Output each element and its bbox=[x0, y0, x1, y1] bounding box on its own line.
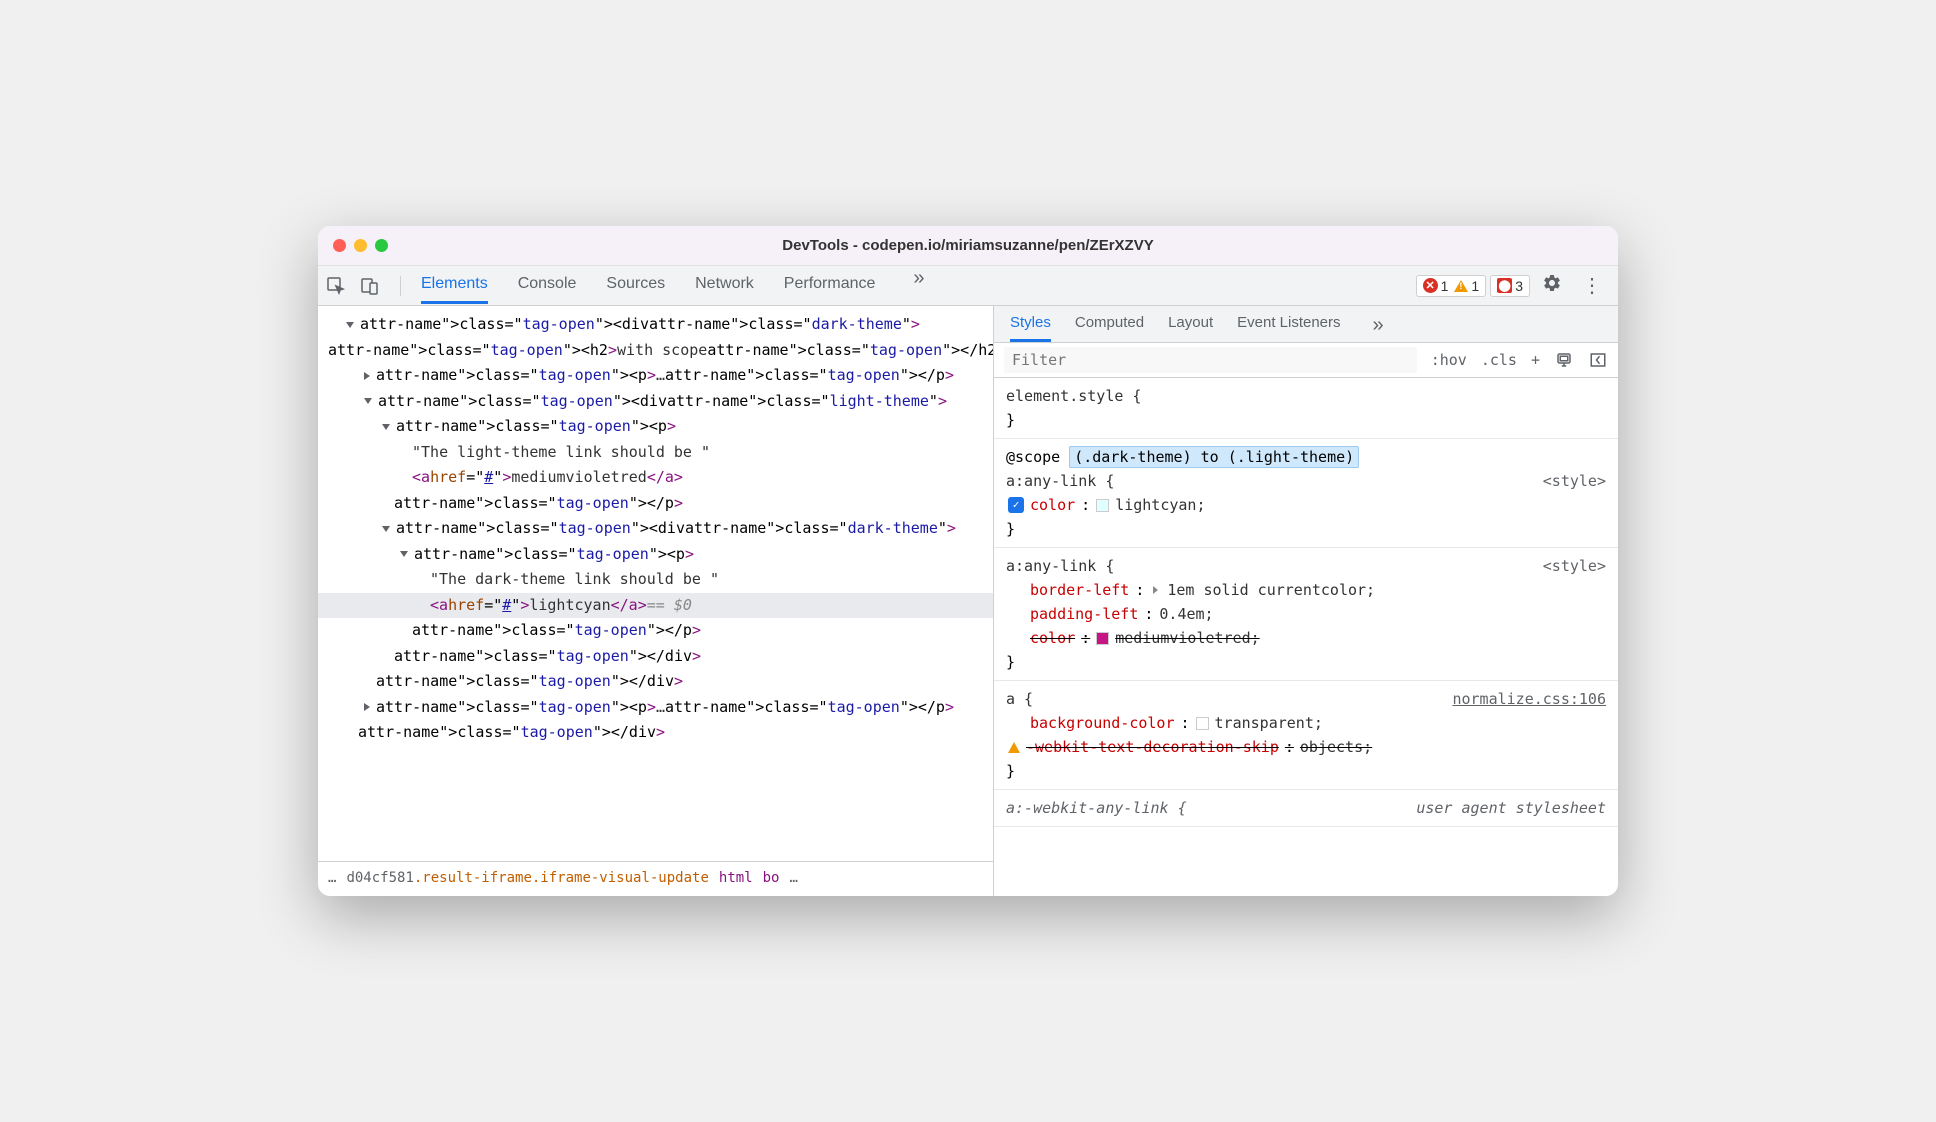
warning-count: 1 bbox=[1471, 278, 1479, 294]
tab-console[interactable]: Console bbox=[518, 267, 577, 304]
dom-node[interactable]: <a href="#">mediumvioletred</a> bbox=[318, 465, 993, 491]
subtab-computed[interactable]: Computed bbox=[1075, 314, 1144, 342]
elements-panel: attr-name">class="tag-open"><div attr-na… bbox=[318, 306, 994, 896]
dom-node[interactable]: attr-name">class="tag-open"></div> bbox=[318, 720, 993, 746]
dom-node[interactable]: <a href="#">lightcyan</a> == $0 bbox=[318, 593, 993, 619]
dom-node[interactable]: "The dark-theme link should be " bbox=[318, 567, 993, 593]
tab-sources[interactable]: Sources bbox=[606, 267, 665, 304]
main-tabs: Elements Console Sources Network Perform… bbox=[421, 267, 933, 304]
issues-badge[interactable]: ⬤ 3 bbox=[1490, 275, 1530, 297]
dom-node[interactable]: attr-name">class="tag-open"></div> bbox=[318, 644, 993, 670]
breadcrumb-suffix: … bbox=[789, 867, 797, 891]
property-enabled-checkbox[interactable]: ✓ bbox=[1008, 497, 1024, 513]
subtab-layout[interactable]: Layout bbox=[1168, 314, 1213, 342]
more-options-icon[interactable]: ⋮ bbox=[1574, 273, 1610, 298]
subtab-event-listeners[interactable]: Event Listeners bbox=[1237, 314, 1340, 342]
breadcrumb-prefix: … bbox=[328, 867, 336, 891]
traffic-lights bbox=[333, 239, 388, 252]
styles-filter-bar: :hov .cls + bbox=[994, 343, 1618, 378]
warning-icon bbox=[1008, 742, 1020, 753]
breadcrumb-item[interactable]: d04cf581.result-iframe.iframe-visual-upd… bbox=[346, 867, 708, 891]
styles-subtabs: Styles Computed Layout Event Listeners » bbox=[994, 306, 1618, 343]
breadcrumb-item[interactable]: bo bbox=[763, 867, 780, 891]
new-rule-button[interactable]: + bbox=[1531, 351, 1540, 369]
style-rule[interactable]: a:any-link {<style>border-left:1em solid… bbox=[994, 548, 1618, 681]
warning-icon bbox=[1454, 280, 1468, 292]
style-rule[interactable]: a:-webkit-any-link {user agent styleshee… bbox=[994, 790, 1618, 827]
maximize-window-button[interactable] bbox=[375, 239, 388, 252]
issues-icon: ⬤ bbox=[1497, 278, 1512, 293]
dom-node[interactable]: attr-name">class="tag-open"><p>…attr-nam… bbox=[318, 363, 993, 389]
error-icon: ✕ bbox=[1423, 278, 1438, 293]
more-subtabs-button[interactable]: » bbox=[1365, 314, 1392, 342]
color-swatch[interactable] bbox=[1196, 717, 1209, 730]
more-tabs-button[interactable]: » bbox=[905, 267, 932, 304]
dom-node[interactable]: attr-name">class="tag-open"><p> bbox=[318, 542, 993, 568]
titlebar: DevTools - codepen.io/miriamsuzanne/pen/… bbox=[318, 226, 1618, 266]
expand-arrow-icon[interactable] bbox=[382, 424, 390, 430]
dom-tree[interactable]: attr-name">class="tag-open"><div attr-na… bbox=[318, 306, 993, 861]
tab-performance[interactable]: Performance bbox=[784, 267, 876, 304]
dom-node[interactable]: attr-name">class="tag-open"></p> bbox=[318, 491, 993, 517]
minimize-window-button[interactable] bbox=[354, 239, 367, 252]
expand-arrow-icon[interactable] bbox=[364, 703, 370, 711]
color-swatch[interactable] bbox=[1096, 632, 1109, 645]
settings-icon[interactable] bbox=[1534, 273, 1570, 299]
filter-input[interactable] bbox=[1004, 347, 1417, 373]
inspect-element-icon[interactable] bbox=[326, 276, 346, 296]
dom-node[interactable]: attr-name">class="tag-open"><div attr-na… bbox=[318, 516, 993, 542]
dom-node[interactable]: attr-name">class="tag-open"></div> bbox=[318, 669, 993, 695]
dom-node[interactable]: attr-name">class="tag-open"><p> bbox=[318, 414, 993, 440]
expand-arrow-icon[interactable] bbox=[382, 526, 390, 532]
expand-shorthand-icon[interactable] bbox=[1153, 586, 1158, 594]
expand-arrow-icon[interactable] bbox=[364, 372, 370, 380]
expand-arrow-icon[interactable] bbox=[400, 551, 408, 557]
style-rule[interactable]: a {normalize.css:106background-color:tra… bbox=[994, 681, 1618, 790]
dom-node[interactable]: attr-name">class="tag-open"><p>…attr-nam… bbox=[318, 695, 993, 721]
device-toolbar-icon[interactable] bbox=[360, 276, 380, 296]
expand-arrow-icon[interactable] bbox=[346, 322, 354, 328]
tab-elements[interactable]: Elements bbox=[421, 267, 488, 304]
dom-node[interactable]: attr-name">class="tag-open"><h2>with sco… bbox=[318, 338, 993, 364]
console-error-warning-badge[interactable]: ✕ 1 1 bbox=[1416, 275, 1487, 297]
dom-node[interactable]: attr-name">class="tag-open"><div attr-na… bbox=[318, 389, 993, 415]
tab-network[interactable]: Network bbox=[695, 267, 754, 304]
subtab-styles[interactable]: Styles bbox=[1010, 314, 1051, 342]
dom-node[interactable]: attr-name">class="tag-open"></p> bbox=[318, 618, 993, 644]
breadcrumb-item[interactable]: html bbox=[719, 867, 753, 891]
close-window-button[interactable] bbox=[333, 239, 346, 252]
error-count: 1 bbox=[1441, 278, 1449, 294]
breadcrumb[interactable]: … d04cf581.result-iframe.iframe-visual-u… bbox=[318, 861, 993, 896]
computed-sidebar-toggle-icon[interactable] bbox=[1588, 350, 1608, 370]
hov-toggle[interactable]: :hov bbox=[1431, 351, 1467, 369]
devtools-window: DevTools - codepen.io/miriamsuzanne/pen/… bbox=[318, 226, 1618, 896]
style-rule[interactable]: element.style {} bbox=[994, 378, 1618, 439]
main-toolbar: Elements Console Sources Network Perform… bbox=[318, 266, 1618, 306]
styles-rules[interactable]: element.style {}@scope (.dark-theme) to … bbox=[994, 378, 1618, 896]
cls-toggle[interactable]: .cls bbox=[1481, 351, 1517, 369]
rendering-emulations-icon[interactable] bbox=[1554, 350, 1574, 370]
styles-panel: Styles Computed Layout Event Listeners »… bbox=[994, 306, 1618, 896]
window-title: DevTools - codepen.io/miriamsuzanne/pen/… bbox=[782, 237, 1153, 254]
dom-node[interactable]: "The light-theme link should be " bbox=[318, 440, 993, 466]
style-rule[interactable]: @scope (.dark-theme) to (.light-theme)a:… bbox=[994, 439, 1618, 548]
issues-count: 3 bbox=[1515, 278, 1523, 294]
dom-node[interactable]: attr-name">class="tag-open"><div attr-na… bbox=[318, 312, 993, 338]
expand-arrow-icon[interactable] bbox=[364, 398, 372, 404]
color-swatch[interactable] bbox=[1096, 499, 1109, 512]
